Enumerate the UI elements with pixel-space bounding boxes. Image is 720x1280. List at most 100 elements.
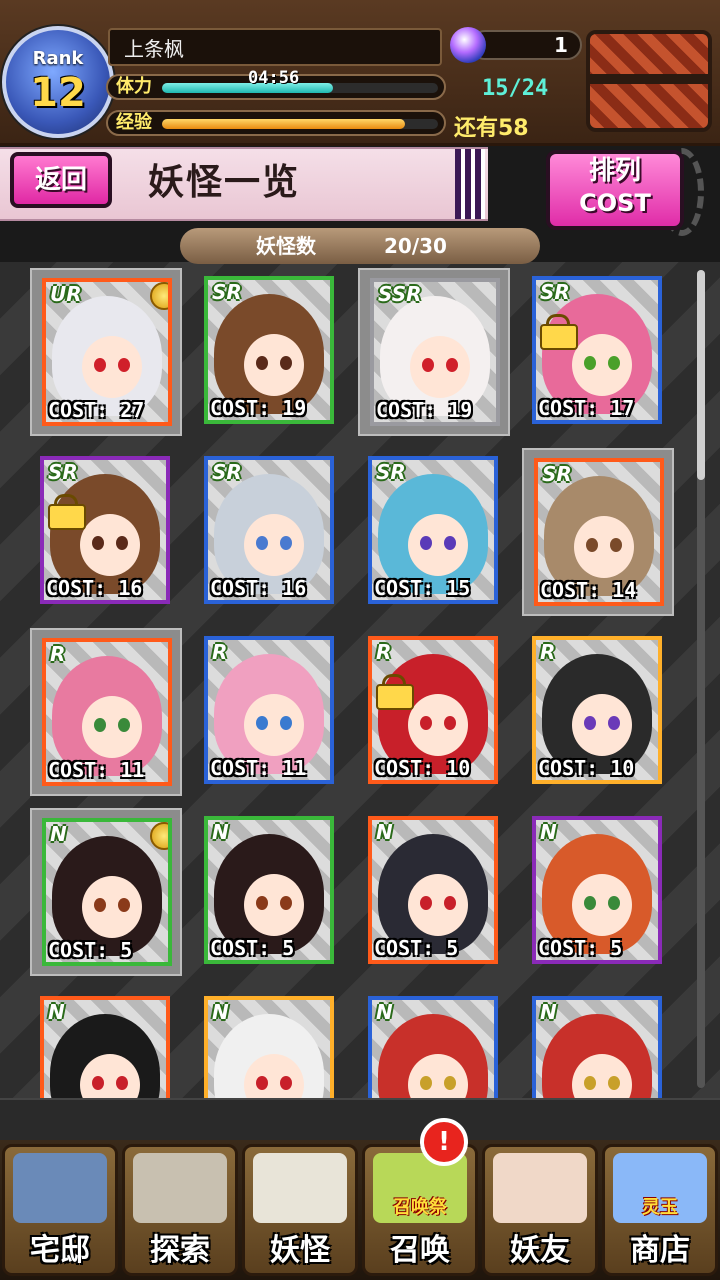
scrollbar-thumb[interactable] — [697, 270, 705, 480]
card-frame: N COST: 5 — [42, 818, 172, 966]
nav-label: 宅邸 — [30, 1233, 90, 1268]
nav-item-0[interactable]: 宅邸 — [2, 1144, 118, 1276]
rarity-badge: UR — [50, 282, 82, 306]
portrait-eye — [92, 536, 104, 550]
portrait-eye — [118, 718, 130, 732]
exp-fill — [162, 119, 405, 129]
monster-card[interactable]: N COST: 5 — [194, 808, 346, 976]
sort-key: COST — [579, 189, 651, 217]
monster-card[interactable]: UR COST: 27 — [30, 268, 182, 436]
rarity-badge: N — [48, 1000, 65, 1024]
portrait-eye — [446, 358, 458, 372]
card-cost: COST: 10 — [374, 756, 471, 780]
monster-card[interactable]: N COST: 5 — [522, 808, 674, 976]
title-decoration — [455, 149, 485, 219]
nav-item-1[interactable]: 探索 — [122, 1144, 238, 1276]
monster-card[interactable]: R COST: 10 — [358, 628, 510, 796]
monster-card[interactable]: SR COST: 17 — [522, 268, 674, 436]
card-frame: SR COST: 14 — [534, 458, 664, 606]
rarity-badge: N — [376, 1000, 393, 1024]
monster-card[interactable]: SR COST: 14 — [522, 448, 674, 616]
mansion-icon — [13, 1153, 107, 1223]
card-frame: N — [368, 996, 498, 1098]
lock-icon — [376, 684, 414, 710]
rarity-badge: N — [376, 820, 393, 844]
monster-card[interactable]: R COST: 11 — [30, 628, 182, 796]
portrait-face — [408, 694, 468, 756]
portrait-face — [408, 1054, 468, 1098]
nav-sub-label: 灵玉 — [642, 1197, 678, 1218]
monster-portrait — [50, 1014, 160, 1098]
item-chest-button[interactable] — [586, 30, 712, 132]
monster-card[interactable]: N COST: 5 — [30, 808, 182, 976]
stamina-bar: 体力 04:56 — [106, 68, 446, 100]
portrait-eye — [584, 896, 596, 910]
monster-card[interactable]: N — [30, 988, 182, 1098]
portrait-eye — [608, 356, 620, 370]
rank-label: Rank — [32, 48, 84, 69]
monster-card[interactable]: R COST: 11 — [194, 628, 346, 796]
monster-card[interactable]: SR COST: 16 — [30, 448, 182, 616]
monster-card[interactable]: SR COST: 16 — [194, 448, 346, 616]
card-frame: SR COST: 16 — [204, 456, 334, 604]
portrait-face — [572, 1054, 632, 1098]
rarity-badge: R — [540, 640, 556, 664]
portrait-eye — [94, 718, 106, 732]
orb-count: 1 — [554, 33, 568, 57]
scroll-icon — [253, 1153, 347, 1223]
nav-divider — [0, 1098, 720, 1142]
portrait-face — [574, 516, 634, 578]
monster-card[interactable]: SR COST: 19 — [194, 268, 346, 436]
monster-card[interactable]: N — [522, 988, 674, 1098]
sort-button[interactable]: 排列 COST — [546, 150, 684, 230]
portrait-face — [408, 874, 468, 936]
monster-card[interactable]: R COST: 10 — [522, 628, 674, 796]
nav-item-2[interactable]: 妖怪 — [242, 1144, 358, 1276]
portrait-eye — [420, 1076, 432, 1090]
card-frame: N COST: 5 — [204, 816, 334, 964]
back-button[interactable]: 返回 — [10, 152, 112, 208]
portrait-face — [572, 694, 632, 756]
card-frame: SR COST: 17 — [532, 276, 662, 424]
portrait-eye — [444, 536, 456, 550]
card-frame: R COST: 11 — [42, 638, 172, 786]
lock-icon — [48, 504, 86, 530]
portrait-eye — [586, 538, 598, 552]
monster-card[interactable]: N — [194, 988, 346, 1098]
portrait-face — [244, 1054, 304, 1098]
portrait-eye — [118, 358, 130, 372]
stamina-value: 15/24 — [482, 76, 549, 101]
portrait-eye — [420, 716, 432, 730]
card-cost: COST: 15 — [374, 576, 471, 600]
monster-portrait — [542, 1014, 652, 1098]
portrait-face — [572, 874, 632, 936]
rarity-badge: N — [50, 822, 67, 846]
card-frame: N COST: 5 — [368, 816, 498, 964]
portrait-eye — [256, 536, 268, 550]
portrait-face — [244, 334, 304, 396]
card-frame: N — [532, 996, 662, 1098]
card-frame: SSR COST: 19 — [370, 278, 500, 426]
rarity-badge: SR — [212, 460, 242, 484]
card-list: UR COST: 27 SR COST: 19 SSR COST: 19 SR COST: 1… — [0, 262, 690, 1098]
portrait-eye — [94, 358, 106, 372]
monster-card[interactable]: SR COST: 15 — [358, 448, 510, 616]
rarity-badge: N — [540, 1000, 557, 1024]
card-frame: UR COST: 27 — [42, 278, 172, 426]
monster-card[interactable]: SSR COST: 19 — [358, 268, 510, 436]
card-frame: R COST: 10 — [368, 636, 498, 784]
monster-card[interactable]: N COST: 5 — [358, 808, 510, 976]
card-frame: R COST: 11 — [204, 636, 334, 784]
monster-grid[interactable]: UR COST: 27 SR COST: 19 SSR COST: 19 SR COST: 1… — [0, 262, 720, 1098]
monster-card[interactable]: N — [358, 988, 510, 1098]
nav-item-4[interactable]: 妖友 — [482, 1144, 598, 1276]
nav-item-3[interactable]: 召唤祭 召唤 — [362, 1144, 478, 1276]
exp-label: 经验 — [116, 112, 152, 133]
spirit-orb-counter[interactable]: 1 — [470, 30, 582, 60]
rank-badge[interactable]: Rank 12 — [2, 26, 114, 138]
portrait-face — [572, 334, 632, 396]
rarity-badge: SR — [540, 280, 570, 304]
stamina-timer: 04:56 — [248, 68, 300, 88]
nav-item-5[interactable]: 灵玉 商店 — [602, 1144, 718, 1276]
portrait-eye — [280, 896, 292, 910]
